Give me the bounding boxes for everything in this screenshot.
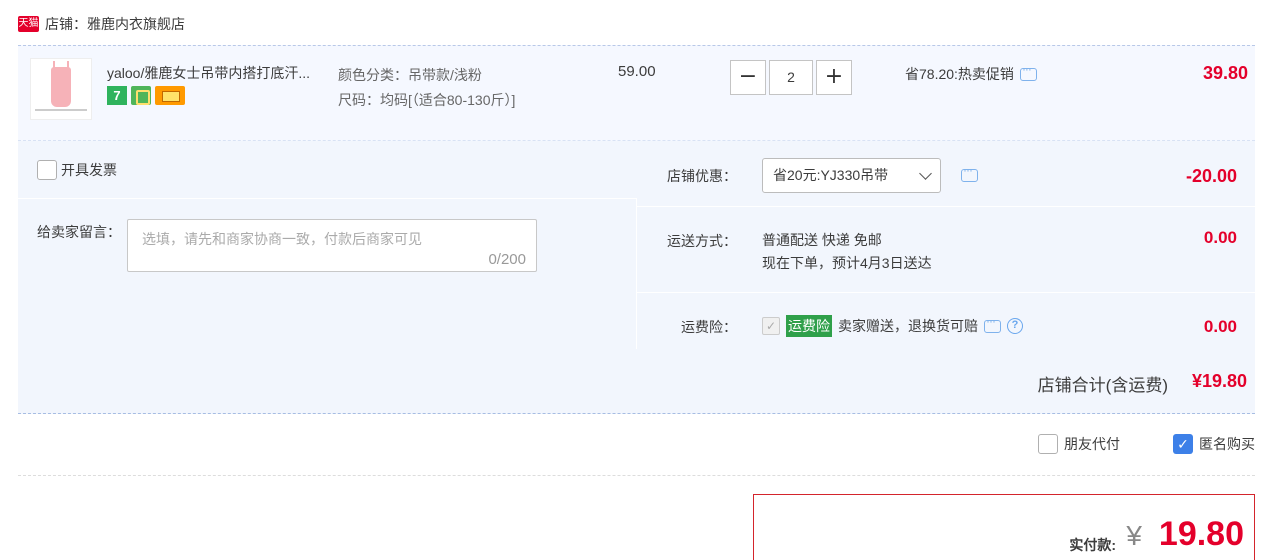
insurance-option: ✓ 运费险 卖家赠送，退换货可赔 ? [762,314,1023,337]
quantity-stepper: − 2 + [730,60,852,95]
shipping-label: 运送方式： [667,233,737,249]
tmall-logo-icon: 天猫 [18,16,39,32]
order-left-panel: 开具发票 给卖家留言： 选填，请先和商家协商一致，付款后商家可见 0/200 [18,141,637,349]
shipping-value: 0.00 [1203,228,1237,247]
quantity-increase-button[interactable]: + [816,60,852,95]
shop-total-row: 店铺合计(含运费) ¥19.80 [18,349,1255,414]
product-sku: 颜色分类：吊带款/浅粉 尺码：均码[（适合80-130斤）] [338,63,515,113]
seven-day-return-icon[interactable]: 7 [107,86,127,105]
cart-item-row: yaloo/雅鹿女士吊带内搭打底汗... 7 颜色分类：吊带款/浅粉 尺码：均码… [18,45,1255,141]
invoice-checkbox[interactable] [37,160,57,180]
product-title[interactable]: yaloo/雅鹿女士吊带内搭打底汗... [107,63,337,83]
shipping-info: 普通配送 快递 免邮 现在下单，预计4月3日送达 [762,229,932,275]
order-options: 开具发票 给卖家留言： 选填，请先和商家协商一致，付款后商家可见 0/200 店… [18,141,1255,349]
anonymous-label: 匿名购买 [1199,436,1255,452]
help-question-icon[interactable]: ? [1007,318,1023,334]
message-label: 给卖家留言： [37,224,121,240]
promotion-info: 省78.20:热卖促销 [905,62,1037,84]
currency-symbol: ¥ [1126,520,1142,551]
insurance-chat-icon[interactable] [984,314,1001,333]
invoice-option[interactable]: 开具发票 [37,160,117,180]
insurance-badge: 运费险 [786,315,832,337]
coupon-label: 店铺优惠： [667,168,737,184]
credit-card-icon[interactable] [155,86,185,105]
promotion-text: 省78.20:热卖促销 [905,66,1014,82]
order-right-panel: 店铺优惠： 省20元:YJ330吊带 -20.00 运送方式： 普通配送 快递 … [637,141,1255,349]
shipping-eta: 现在下单，预计4月3日送达 [762,255,932,271]
anonymous-checkbox-checked-icon[interactable]: ✓ [1173,434,1193,454]
sku-size: 尺码：均码[（适合80-130斤）] [338,92,516,108]
shop-name[interactable]: 店铺：雅鹿内衣旗舰店 [45,14,185,34]
payment-label: 实付款: [1069,537,1116,553]
friend-pay-label: 朋友代付 [1064,436,1120,452]
shop-total-label: 店铺合计(含运费) [1037,376,1168,395]
payment-summary: 实付款: ¥ 19.80 [753,494,1255,560]
service-icons: 7 [107,86,185,105]
message-placeholder: 选填，请先和商家协商一致，付款后商家可见 [142,231,422,247]
coupon-selected-value: 省20元:YJ330吊带 [773,167,889,183]
insurance-checkbox: ✓ [762,317,780,335]
purchase-options-row: 朋友代付 ✓ 匿名购买 [18,414,1255,476]
chat-bubble-icon[interactable] [1019,62,1037,81]
insurance-text: 卖家赠送，退换货可赔 [838,318,978,334]
chevron-down-icon [919,167,932,180]
shipping-method: 普通配送 快递 免邮 [762,232,882,248]
insurance-label: 运费险： [681,319,737,335]
coupon-chat-icon[interactable] [961,163,978,182]
seller-message-input[interactable]: 选填，请先和商家协商一致，付款后商家可见 0/200 [127,219,537,272]
invoice-label: 开具发票 [61,162,117,178]
unit-price: 59.00 [618,63,656,80]
item-total-price: 39.80 [1202,63,1248,83]
quantity-decrease-button[interactable]: − [730,60,766,95]
quantity-input[interactable]: 2 [769,60,813,95]
friend-pay-checkbox[interactable] [1038,434,1058,454]
payment-amount: 19.80 [1158,515,1244,553]
coupon-select[interactable]: 省20元:YJ330吊带 [762,158,941,193]
anonymous-purchase-option[interactable]: ✓ 匿名购买 [1173,434,1255,454]
message-char-count: 0/200 [488,251,526,268]
shop-total-value: ¥19.80 [1191,371,1247,391]
sku-color: 颜色分类：吊带款/浅粉 [338,67,482,83]
insurance-value: 0.00 [1203,317,1237,336]
coupon-value: -20.00 [1185,166,1237,186]
guarantee-icon[interactable] [131,86,151,105]
friend-pay-option[interactable]: 朋友代付 [1038,434,1120,454]
shop-header: 天猫 店铺：雅鹿内衣旗舰店 [18,14,185,34]
product-thumbnail[interactable] [30,58,92,120]
